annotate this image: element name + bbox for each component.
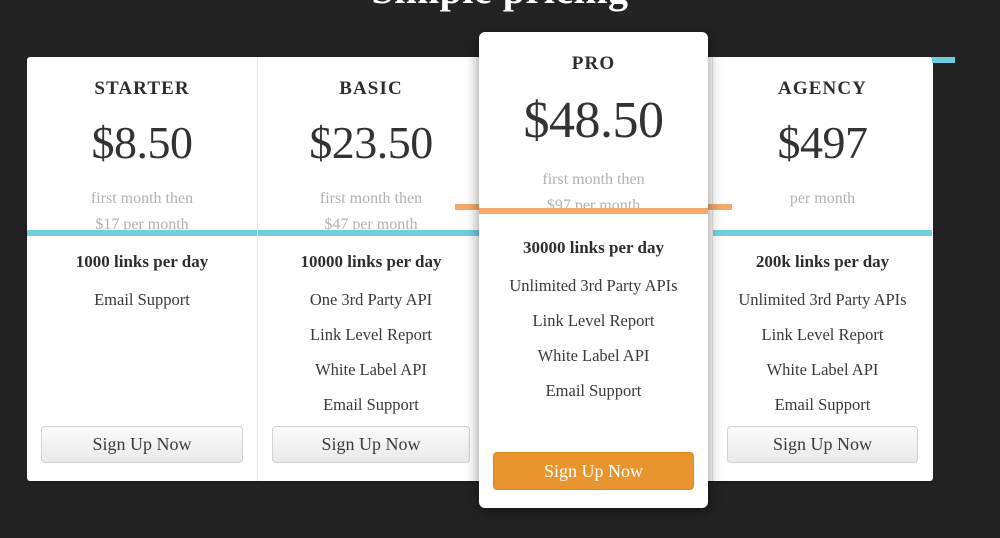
plan-name-agency: AGENCY [778,78,867,99]
plan-price-pro: $48.50 [523,92,665,149]
signup-button-pro[interactable]: Sign Up Now [493,452,694,490]
plan-name-starter: STARTER [94,78,190,99]
plan-price-agency: $497 [777,117,869,168]
price-block-pro: PRO $48.50 first month then $97 per mont… [479,32,708,214]
price-block-basic: BASIC $23.50 first month then $47 per mo… [258,57,484,233]
feature-item: Link Level Report [532,311,655,330]
feature-item: Email Support [323,395,419,414]
pricing-column-agency: AGENCY $497 per month 200k links per day… [712,57,955,481]
cta-wrap-pro: Sign Up Now [479,452,708,508]
feature-item: Link Level Report [761,325,884,344]
plan-note-basic: first month then $47 per month [258,166,484,237]
price-block-starter: STARTER $8.50 first month then $17 per m… [27,57,257,233]
plan-note-line1-pro: first month then [542,171,645,188]
pricing-column-basic: BASIC $23.50 first month then $47 per mo… [257,57,484,481]
pricing-column-starter: STARTER $8.50 first month then $17 per m… [27,57,257,481]
signup-button-starter[interactable]: Sign Up Now [41,426,243,463]
plan-price-basic: $23.50 [309,117,433,168]
feature-list-pro: 30000 links per day Unlimited 3rd Party … [479,214,708,452]
feature-list-agency: 200k links per day Unlimited 3rd Party A… [713,236,932,426]
plan-note-starter: first month then $17 per month [27,166,257,237]
plan-name-basic: BASIC [339,78,403,99]
plan-note-line1-agency: per month [789,190,856,207]
divider-pro-bleed-left [455,204,481,210]
feature-item: Unlimited 3rd Party APIs [738,290,907,309]
plan-name-pro: PRO [571,53,616,74]
feature-item: Email Support [94,290,190,309]
feature-item: Email Support [545,381,642,400]
signup-button-agency[interactable]: Sign Up Now [727,426,918,463]
plan-note-agency: per month [713,166,932,212]
feature-head-starter: 1000 links per day [75,252,209,271]
feature-list-starter: 1000 links per day Email Support [27,236,257,426]
cta-wrap-starter: Sign Up Now [27,426,257,481]
feature-head-basic: 10000 links per day [300,252,442,271]
feature-item: White Label API [766,360,879,379]
page-heading: Simple pricing [0,0,1000,13]
feature-list-basic: 10000 links per day One 3rd Party API Li… [258,236,484,426]
divider-pro-bleed-right [706,204,732,210]
divider-agency-overflow [932,57,955,63]
cta-wrap-basic: Sign Up Now [258,426,484,481]
feature-item: One 3rd Party API [309,290,433,309]
plan-note-line1-basic: first month then [319,190,423,207]
feature-head-pro: 30000 links per day [523,238,664,257]
feature-item: White Label API [315,360,427,379]
feature-item: White Label API [537,346,650,365]
cta-wrap-agency: Sign Up Now [713,426,932,481]
feature-head-agency: 200k links per day [755,252,890,271]
feature-item: Email Support [774,395,871,414]
plan-price-starter: $8.50 [91,117,194,168]
plan-note-line1-starter: first month then [90,190,194,207]
feature-item: Link Level Report [310,325,432,344]
feature-item: Unlimited 3rd Party APIs [509,276,678,295]
signup-button-basic[interactable]: Sign Up Now [272,426,470,463]
price-block-agency: AGENCY $497 per month [713,57,932,230]
pricing-card-pro-featured: PRO $48.50 first month then $97 per mont… [479,32,708,508]
